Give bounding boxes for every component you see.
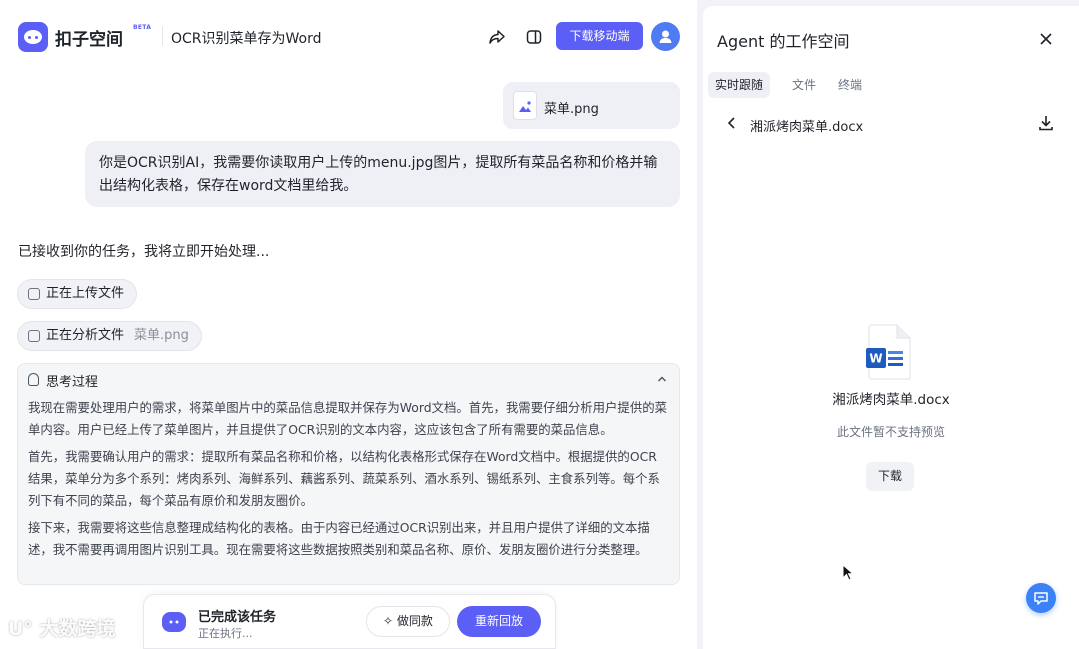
preview-note: 此文件暂不支持预览 [836, 425, 945, 439]
image-file-icon [514, 92, 536, 119]
thinking-paragraph: 我现在需要处理用户的需求，将菜单图片中的菜品信息提取并保存为Word文档。首先，… [28, 400, 667, 437]
watermark: ᑌ° 大数跨境 [8, 614, 116, 641]
step-detail: 菜单.png [134, 328, 189, 343]
watermark-logo-icon: ᑌ° [8, 618, 40, 640]
share-icon[interactable] [488, 28, 506, 46]
attachment-bubble[interactable]: 菜单.png [503, 82, 680, 129]
svg-text:W: W [869, 352, 882, 366]
task-substatus: 正在执行... [198, 627, 253, 640]
step-chip-analyze[interactable]: 正在分析文件 菜单.png [17, 321, 202, 351]
thinking-title: 思考过程 [46, 375, 99, 390]
user-avatar[interactable] [651, 22, 680, 51]
file-path: 湘派烤肉菜单.docx [750, 120, 864, 135]
replay-button[interactable]: 重新回放 [457, 606, 541, 637]
user-icon [659, 30, 672, 43]
make-same-label: 做同款 [396, 614, 433, 628]
step-chip-upload[interactable]: 正在上传文件 [17, 279, 138, 309]
file-download-button[interactable]: 下载 [866, 462, 914, 491]
download-app-button[interactable]: 下载移动端 [556, 22, 643, 50]
beta-badge: BETA [133, 24, 152, 31]
brand-name[interactable]: 扣子空间 [55, 25, 123, 50]
word-document-icon: W [866, 324, 911, 380]
back-arrow-icon[interactable] [725, 116, 739, 130]
step-label: 正在上传文件 [46, 286, 125, 301]
task-status-bar: 已完成该任务 正在执行... ✧ 做同款 重新回放 [143, 594, 556, 649]
download-icon[interactable] [1037, 114, 1055, 132]
tab-files[interactable]: 文件 [785, 72, 823, 98]
task-title: OCR识别菜单存为Word [171, 31, 322, 47]
close-icon[interactable] [1037, 30, 1055, 48]
tab-terminal[interactable]: 终端 [831, 72, 869, 98]
step-label: 正在分析文件 [46, 328, 125, 343]
workspace-panel: Agent 的工作空间 实时跟随 文件 终端 湘派烤肉菜单.docx W 湘派烤… [703, 6, 1079, 649]
step-icon [28, 330, 40, 342]
preview-file-name: 湘派烤肉菜单.docx [832, 392, 950, 408]
lightbulb-icon [28, 373, 39, 386]
chevron-up-icon[interactable] [657, 374, 667, 384]
user-message: 你是OCR识别AI，我需要你读取用户上传的menu.jpg图片，提取所有菜品名称… [85, 141, 680, 207]
app-logo-icon[interactable] [18, 22, 48, 52]
bot-icon [162, 612, 186, 632]
step-icon [28, 288, 40, 300]
task-status: 已完成该任务 [198, 610, 277, 625]
agent-reply: 已接收到你的任务，我将立即开始处理... [18, 244, 270, 260]
sparkle-icon: ✧ [383, 614, 397, 628]
workspace-title: Agent 的工作空间 [717, 32, 850, 51]
toggle-panel-icon[interactable] [525, 28, 543, 46]
thinking-paragraph: 接下来，我需要将这些信息整理成结构化的表格。由于内容已经通过OCR识别出来，并且… [28, 520, 650, 557]
watermark-text: 大数跨境 [39, 618, 116, 640]
chat-panel: 扣子空间 BETA OCR识别菜单存为Word 下载移动端 菜单.png 你是O… [0, 0, 697, 649]
chat-bubble-icon [1034, 592, 1048, 605]
mouse-cursor-icon [842, 564, 854, 581]
thinking-paragraph: 首先，我需要确认用户的需求：提取所有菜品名称和价格，以结构化表格形式保存在Wor… [28, 449, 660, 508]
thinking-body: 我现在需要处理用户的需求，将菜单图片中的菜品信息提取并保存为Word文档。首先，… [28, 397, 668, 566]
header-divider [162, 26, 163, 46]
tab-live-follow[interactable]: 实时跟随 [708, 72, 771, 98]
feedback-button[interactable] [1026, 583, 1056, 613]
make-same-button[interactable]: ✧ 做同款 [366, 606, 450, 637]
thinking-panel: 思考过程 我现在需要处理用户的需求，将菜单图片中的菜品信息提取并保存为Word文… [17, 363, 680, 585]
attachment-name: 菜单.png [544, 102, 599, 117]
thinking-header[interactable]: 思考过程 [28, 371, 98, 390]
